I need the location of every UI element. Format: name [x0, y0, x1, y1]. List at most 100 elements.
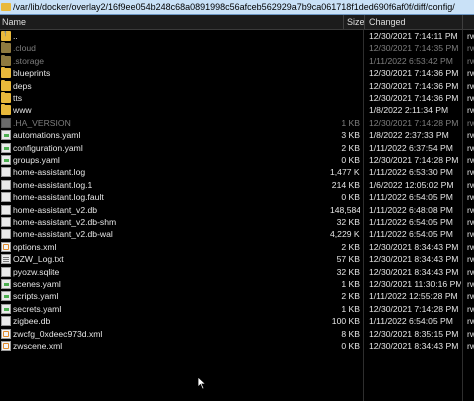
file-name: .HA_VERSION	[13, 117, 71, 128]
file-name: home-assistant.log.fault	[13, 192, 104, 203]
path-text[interactable]: /var/lib/docker/overlay2/16f9ee054b248c6…	[13, 2, 455, 12]
file-row[interactable]: home-assistant.log.fault 0 KB 1/11/2022 6:…	[0, 191, 474, 203]
file-row[interactable]: OZW_Log.txt 57 KB 12/30/2021 8:34:43 PM rw	[0, 253, 474, 265]
file-size	[330, 92, 360, 104]
file-rights: rw	[467, 68, 474, 79]
file-rights: rw	[467, 192, 474, 203]
file-size	[330, 104, 360, 116]
file-row[interactable]: home-assistant.log 1,477 KB 1/11/2022 6:53…	[0, 166, 474, 178]
file-name: .storage	[13, 55, 45, 66]
file-changed: 1/8/2022 2:37:33 PM	[369, 130, 449, 141]
file-row[interactable]: home-assistant_v2.db-shm 32 KB 1/11/2022 6…	[0, 216, 474, 228]
column-size[interactable]: Size	[347, 15, 365, 29]
file-size: 0 KB	[341, 341, 360, 351]
file-rights: rw	[467, 328, 474, 339]
config-file-icon	[1, 130, 11, 141]
file-size: 2 KB	[341, 142, 360, 153]
file-rights: rw	[467, 93, 474, 103]
file-size: 2 KB	[341, 291, 360, 302]
column-divider[interactable]	[343, 15, 344, 29]
file-rights: rw	[467, 303, 474, 314]
file-icon	[1, 179, 11, 190]
file-name: scripts.yaml	[13, 291, 59, 302]
file-row[interactable]: automations.yaml 3 KB 1/8/2022 2:37:33 PM r…	[0, 129, 474, 141]
file-rights: rw	[467, 229, 474, 240]
column-changed[interactable]: Changed	[369, 15, 406, 29]
file-row[interactable]: scenes.yaml 1 KB 12/30/2021 11:30:16 PM rw	[0, 278, 474, 290]
file-row[interactable]: scripts.yaml 2 KB 1/11/2022 12:55:28 PM rw	[0, 290, 474, 302]
file-row[interactable]: .storage 1/11/2022 6:53:42 PM rw	[0, 54, 474, 67]
parent-folder-icon	[1, 28, 11, 41]
file-row[interactable]: blueprints 12/30/2021 7:14:36 PM rw	[0, 67, 474, 79]
file-icon	[1, 117, 11, 128]
file-row[interactable]: zwscene.xml 0 KB 12/30/2021 8:34:43 PM rw	[0, 340, 474, 352]
file-row[interactable]: groups.yaml 0 KB 12/30/2021 7:14:28 PM rw	[0, 154, 474, 166]
file-icon	[1, 192, 11, 203]
config-file-icon	[1, 303, 11, 314]
file-changed: 1/8/2022 2:11:34 PM	[369, 105, 449, 116]
file-row[interactable]: .HA_VERSION 1 KB 12/30/2021 7:14:28 PM rw	[0, 117, 474, 129]
column-divider[interactable]	[364, 15, 365, 29]
file-rights: rw	[467, 117, 474, 128]
file-rights: rw	[467, 142, 474, 153]
file-row[interactable]: home-assistant.log.1 214 KB 1/6/2022 12:05…	[0, 179, 474, 191]
file-row[interactable]: home-assistant_v2.db 148,584 KB 1/11/2022 …	[0, 204, 474, 216]
file-rights: rw	[467, 80, 474, 91]
file-icon	[1, 217, 11, 227]
file-changed: 12/30/2021 8:34:43 PM	[369, 254, 459, 265]
file-size	[330, 30, 360, 42]
file-row[interactable]: tts 12/30/2021 7:14:36 PM rw	[0, 92, 474, 104]
text-file-icon	[1, 254, 11, 265]
file-row[interactable]: pyozw.sqlite 32 KB 12/30/2021 8:34:43 PM rw	[0, 266, 474, 278]
file-size: 1 KB	[341, 117, 360, 128]
file-row[interactable]: options.xml 2 KB 12/30/2021 8:34:43 PM rw	[0, 241, 474, 253]
file-name: home-assistant_v2.db-shm	[13, 217, 117, 227]
file-rights: rw	[467, 43, 474, 54]
file-name: blueprints	[13, 68, 51, 79]
config-file-icon	[1, 142, 11, 153]
file-name: automations.yaml	[13, 130, 81, 141]
file-row[interactable]: deps 12/30/2021 7:14:36 PM rw	[0, 79, 474, 92]
file-rights: rw	[467, 316, 474, 327]
file-changed: 12/30/2021 7:14:28 PM	[369, 303, 459, 314]
file-row[interactable]: secrets.yaml 1 KB 12/30/2021 7:14:28 PM rw	[0, 303, 474, 315]
file-row[interactable]: www 1/8/2022 2:11:34 PM rw	[0, 104, 474, 116]
file-row[interactable]: .cloud 12/30/2021 7:14:35 PM rw	[0, 42, 474, 54]
xml-file-icon	[1, 341, 11, 351]
file-changed: 1/11/2022 6:54:05 PM	[369, 217, 453, 227]
file-rights: rw	[467, 341, 474, 351]
file-name: ..	[13, 31, 18, 41]
file-rights: rw	[467, 55, 474, 66]
file-rights: rw	[467, 31, 474, 41]
file-changed: 12/30/2021 7:14:11 PM	[369, 31, 458, 41]
column-name[interactable]: Name	[2, 15, 26, 29]
file-changed: 1/11/2022 6:53:30 PM	[369, 167, 453, 178]
file-rights: rw	[467, 266, 474, 277]
file-size: 57 KB	[336, 254, 360, 265]
file-changed: 1/11/2022 6:54:05 PM	[369, 316, 453, 327]
file-rights: rw	[467, 155, 474, 165]
file-row[interactable]: zigbee.db 100 KB 1/11/2022 6:54:05 PM rw	[0, 315, 474, 327]
file-name: home-assistant.log.1	[13, 179, 93, 190]
folder-icon	[1, 54, 11, 66]
file-name: groups.yaml	[13, 155, 60, 165]
file-size	[330, 80, 360, 92]
file-changed: 1/6/2022 12:05:02 PM	[369, 179, 454, 190]
config-file-icon	[1, 155, 11, 165]
file-row[interactable]: .. 12/30/2021 7:14:11 PM rw	[0, 28, 474, 42]
file-size: 32 KB	[336, 266, 360, 277]
column-divider[interactable]	[462, 15, 463, 29]
file-row[interactable]: configuration.yaml 2 KB 1/11/2022 6:37:54 …	[0, 142, 474, 154]
file-size	[330, 67, 360, 79]
file-size: 100 KB	[331, 316, 360, 327]
file-changed: 1/11/2022 6:37:54 PM	[369, 142, 453, 153]
file-row[interactable]: home-assistant_v2.db-wal 4,229 KB 1/11/202…	[0, 228, 474, 240]
file-name: scenes.yaml	[13, 279, 61, 289]
file-name: home-assistant.log	[13, 167, 86, 178]
file-changed: 12/30/2021 7:14:28 PM	[369, 155, 459, 165]
file-row[interactable]: zwcfg_0xdeec973d.xml 8 KB 12/30/2021 8:35:…	[0, 328, 474, 340]
file-changed: 1/11/2022 6:54:05 PM	[369, 192, 453, 203]
file-rights: rw	[467, 167, 474, 178]
path-bar[interactable]: /var/lib/docker/overlay2/16f9ee054b248c6…	[0, 0, 474, 15]
file-name: www	[13, 105, 32, 116]
